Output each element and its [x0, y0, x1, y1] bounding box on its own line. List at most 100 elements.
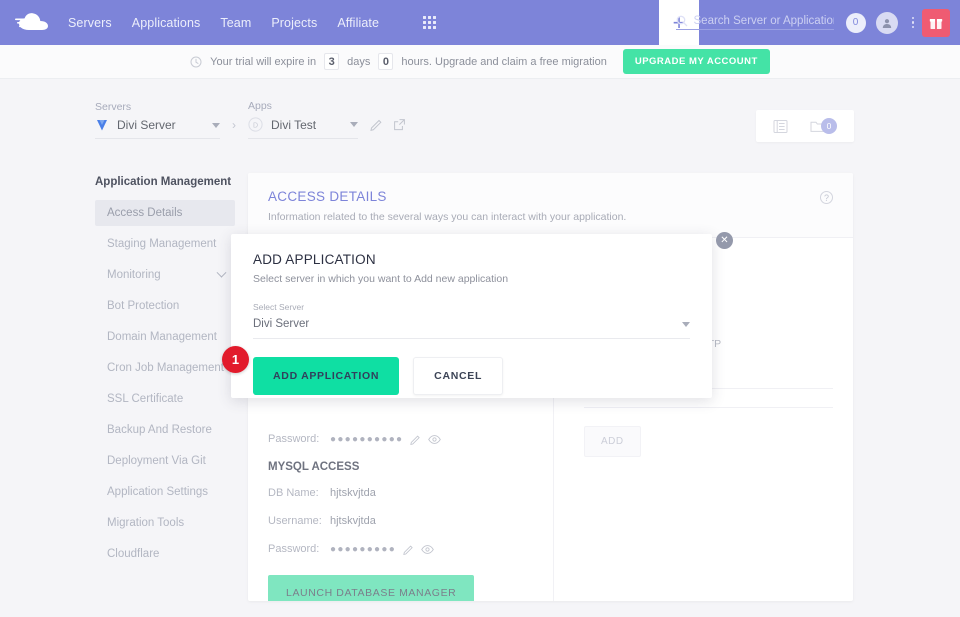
db-name-row: DB Name: hjtskvjtda: [268, 483, 553, 503]
divi-server-icon: [95, 118, 109, 132]
sidebar-item-application-settings[interactable]: Application Settings: [95, 479, 235, 505]
add-application-modal: ADD APPLICATION Select server in which y…: [231, 234, 712, 398]
sidebar-title: Application Management: [95, 176, 235, 188]
sidebar-item-label: Application Settings: [107, 486, 208, 498]
search-input[interactable]: [694, 15, 834, 27]
breadcrumb-separator: ›: [232, 118, 236, 132]
more-vertical-icon[interactable]: [904, 17, 923, 29]
cancel-button[interactable]: CANCEL: [413, 357, 503, 395]
mysql-access-section-title: MYSQL ACCESS: [268, 461, 553, 473]
folder-count-badge: 0: [821, 118, 837, 134]
chevron-down-icon: [350, 122, 358, 127]
sidebar-item-monitoring[interactable]: Monitoring: [95, 262, 235, 288]
app-page: Servers Applications Team Projects Affil…: [0, 0, 960, 617]
main-nav-links: Servers Applications Team Projects Affil…: [68, 16, 436, 30]
divider: [584, 407, 833, 408]
nav-right-group: 0: [676, 0, 960, 45]
sidebar-item-label: Domain Management: [107, 331, 217, 343]
card-header: ACCESS DETAILS Information related to th…: [248, 173, 853, 238]
chevron-down-icon: [217, 267, 227, 277]
eye-icon[interactable]: [421, 544, 434, 555]
nav-item-servers[interactable]: Servers: [68, 16, 112, 30]
card-subtitle: Information related to the several ways …: [268, 211, 833, 223]
breadcrumb-actions: [370, 118, 406, 131]
server-name: Divi Server: [117, 118, 212, 132]
nav-item-applications[interactable]: Applications: [132, 16, 201, 30]
server-selector[interactable]: Divi Server: [95, 118, 220, 139]
breadcrumb: Servers Divi Server › Apps: [95, 100, 406, 139]
pencil-icon[interactable]: [403, 544, 414, 555]
view-toggle-box: 0: [756, 110, 854, 142]
db-password-masked-value: ●●●●●●●●●: [330, 544, 396, 555]
eye-icon[interactable]: [428, 434, 441, 445]
modal-title: ADD APPLICATION: [253, 252, 690, 267]
sidebar-item-domain-management[interactable]: Domain Management: [95, 324, 235, 350]
close-icon[interactable]: ✕: [716, 232, 733, 249]
sidebar-item-label: Bot Protection: [107, 300, 179, 312]
nav-item-team[interactable]: Team: [220, 16, 251, 30]
notification-count-badge[interactable]: 0: [846, 13, 866, 33]
db-username-label: Username:: [268, 515, 330, 527]
external-link-icon: [393, 118, 406, 131]
launch-database-manager-button[interactable]: LAUNCH DATABASE MANAGER: [268, 575, 474, 601]
trial-days-value: 3: [324, 53, 339, 70]
db-username-row: Username: hjtskvjtda: [268, 511, 553, 531]
sidebar-item-label: Deployment Via Git: [107, 455, 206, 467]
db-password-row: Password: ●●●●●●●●●: [268, 539, 553, 559]
sidebar-item-deployment-via-git[interactable]: Deployment Via Git: [95, 448, 235, 474]
sidebar-item-access-details[interactable]: Access Details: [95, 200, 235, 226]
trial-text-after: hours. Upgrade and claim a free migratio…: [401, 56, 606, 68]
add-button[interactable]: ADD: [584, 426, 641, 457]
db-password-value-group: ●●●●●●●●●: [330, 544, 434, 555]
db-username-value: hjtskvjtda: [330, 515, 376, 527]
sidebar-item-label: Cron Job Management: [107, 362, 224, 374]
pencil-icon: [370, 118, 383, 131]
pencil-icon[interactable]: [410, 434, 421, 445]
apps-grid-icon[interactable]: [423, 16, 436, 29]
chevron-down-icon: [682, 322, 690, 327]
breadcrumb-server-group: Servers Divi Server: [95, 101, 220, 139]
sidebar-item-backup-and-restore[interactable]: Backup And Restore: [95, 417, 235, 443]
app-selector[interactable]: D Divi Test: [248, 117, 358, 139]
gift-icon[interactable]: [922, 9, 950, 37]
app-name: Divi Test: [271, 118, 350, 132]
select-server-dropdown[interactable]: Divi Server: [253, 312, 690, 339]
nav-item-affiliate[interactable]: Affiliate: [337, 16, 379, 30]
sidebar-item-label: Monitoring: [107, 269, 161, 281]
breadcrumb-app-group: Apps D Divi Test: [248, 100, 406, 139]
password-label: Password:: [268, 433, 330, 445]
add-application-button[interactable]: ADD APPLICATION: [253, 357, 399, 395]
list-view-icon[interactable]: [773, 119, 788, 134]
step-badge: 1: [222, 346, 249, 373]
user-avatar-icon[interactable]: [876, 12, 898, 34]
application-management-sidebar: Application Management Access Details St…: [95, 176, 235, 567]
sidebar-item-migration-tools[interactable]: Migration Tools: [95, 510, 235, 536]
sidebar-item-staging-management[interactable]: Staging Management: [95, 231, 235, 257]
sidebar-item-ssl-certificate[interactable]: SSL Certificate: [95, 386, 235, 412]
sidebar-item-label: Access Details: [107, 207, 182, 219]
trial-days-label: days: [347, 56, 370, 68]
svg-text:D: D: [253, 122, 258, 129]
cloudways-cloud-logo[interactable]: [0, 12, 54, 34]
db-name-value: hjtskvjtda: [330, 487, 376, 499]
folder-toggle[interactable]: 0: [810, 118, 837, 134]
clock-icon: [190, 56, 202, 68]
sidebar-item-bot-protection[interactable]: Bot Protection: [95, 293, 235, 319]
modal-actions: ADD APPLICATION CANCEL: [253, 357, 690, 395]
sidebar-item-label: Migration Tools: [107, 517, 184, 529]
db-name-label: DB Name:: [268, 487, 330, 499]
trial-hours-value: 0: [378, 53, 393, 70]
page-title: ACCESS DETAILS: [268, 189, 833, 204]
sidebar-item-cloudflare[interactable]: Cloudflare: [95, 541, 235, 567]
help-circle-icon[interactable]: ?: [820, 191, 833, 204]
nav-item-projects[interactable]: Projects: [271, 16, 317, 30]
password-value-group: ●●●●●●●●●●: [330, 434, 441, 445]
sidebar-item-cron-job-management[interactable]: Cron Job Management: [95, 355, 235, 381]
breadcrumb-servers-label: Servers: [95, 101, 220, 113]
chevron-down-icon: [212, 123, 220, 128]
select-server-label: Select Server: [253, 302, 690, 312]
search-box[interactable]: [676, 15, 834, 30]
sidebar-item-label: SSL Certificate: [107, 393, 183, 405]
modal-subtitle: Select server in which you want to Add n…: [253, 273, 690, 285]
upgrade-my-account-button[interactable]: UPGRADE MY ACCOUNT: [623, 49, 770, 74]
